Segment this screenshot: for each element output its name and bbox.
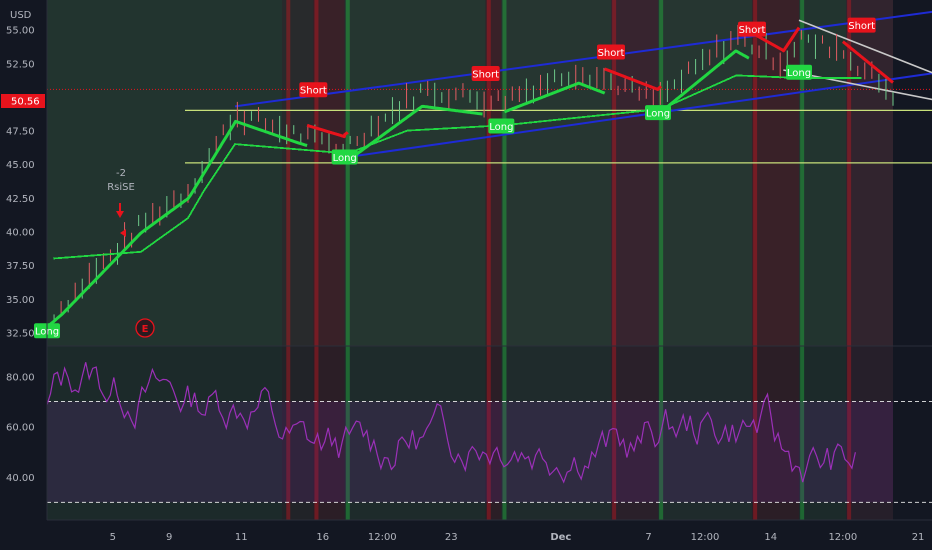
time-tick-label: 7 xyxy=(645,532,651,543)
price-tick-label: 47.50 xyxy=(6,127,35,138)
long-signal[interactable]: Long xyxy=(786,64,812,80)
currency-label[interactable]: USD xyxy=(10,10,32,21)
annotation-value: -2 xyxy=(116,168,126,179)
background-band xyxy=(501,0,611,346)
short-signal-label: Short xyxy=(739,25,766,36)
rsi-tick-label: 80.00 xyxy=(6,372,35,383)
price-tick-label: 32.50 xyxy=(6,329,35,340)
price-tick-label: 45.00 xyxy=(6,160,35,171)
short-signal-label: Short xyxy=(472,70,499,81)
short-signal-label: Short xyxy=(848,21,875,32)
short-signal-label: Short xyxy=(598,48,625,59)
signal-background-bands xyxy=(47,0,893,520)
price-chart[interactable]: LongShortLongShortLongShortLongShortLong… xyxy=(0,0,932,550)
long-signal[interactable]: Long xyxy=(488,118,515,134)
time-tick-label: 16 xyxy=(316,532,329,543)
background-band xyxy=(344,0,486,346)
price-tick-label: 37.50 xyxy=(6,261,35,272)
short-signal[interactable]: Short xyxy=(738,21,766,37)
time-tick-label: 11 xyxy=(235,532,248,543)
long-signal[interactable]: Long xyxy=(331,149,358,165)
background-band xyxy=(799,0,846,346)
background-band xyxy=(846,0,893,346)
time-tick-label: 12:00 xyxy=(368,532,397,543)
time-tick-label: 9 xyxy=(166,532,172,543)
time-tick-label: 14 xyxy=(764,532,777,543)
long-signal[interactable]: Long xyxy=(645,105,671,121)
long-signal-label: Long xyxy=(333,153,357,164)
short-signal[interactable]: Short xyxy=(299,82,328,98)
price-tick-label: 52.50 xyxy=(6,59,35,70)
time-tick-label: 23 xyxy=(445,532,458,543)
price-tick-label: 42.50 xyxy=(6,194,35,205)
time-tick-label: 12:00 xyxy=(828,532,857,543)
earnings-event-label: E xyxy=(142,324,149,335)
time-tick-label: 12:00 xyxy=(691,532,720,543)
short-signal[interactable]: Short xyxy=(471,66,500,82)
price-tick-label: 35.00 xyxy=(6,295,35,306)
long-signal-label: Long xyxy=(787,68,811,79)
rsi-tick-label: 60.00 xyxy=(6,423,35,434)
short-signal[interactable]: Short xyxy=(597,44,625,60)
time-tick-label: 5 xyxy=(110,532,116,543)
long-signal-label: Long xyxy=(489,122,513,133)
time-tick-label: 21 xyxy=(912,532,925,543)
annotation-name: RsiSE xyxy=(107,182,135,193)
price-tick-label: 40.00 xyxy=(6,228,35,239)
rsi-tick-label: 40.00 xyxy=(6,473,35,484)
current-price-text: 50.56 xyxy=(11,97,40,108)
short-signal[interactable]: Short xyxy=(847,17,876,33)
time-tick-label: Dec xyxy=(550,532,571,543)
short-signal-label: Short xyxy=(300,86,327,97)
rsi-band-fill xyxy=(47,401,893,503)
price-tick-label: 55.00 xyxy=(6,26,35,37)
long-signal-label: Long xyxy=(646,109,670,120)
